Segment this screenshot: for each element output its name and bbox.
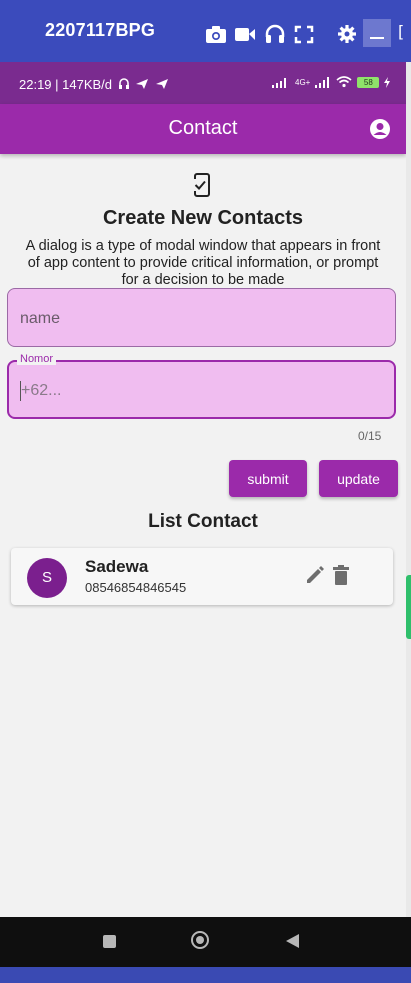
list-item[interactable]: S Sadewa 08546854846545 bbox=[11, 548, 393, 605]
notification-icons bbox=[119, 78, 168, 89]
nomor-input[interactable] bbox=[19, 362, 383, 419]
emulator-bottom-strip bbox=[0, 967, 411, 983]
charging-icon bbox=[384, 76, 391, 88]
text-cursor bbox=[20, 381, 21, 401]
phone-screen: 22:19 | 147KB/d 4G+ 58 Contact Create Ne… bbox=[0, 62, 406, 917]
edit-icon[interactable] bbox=[305, 565, 325, 585]
avatar: S bbox=[27, 558, 67, 598]
emulator-title: 2207117BPG bbox=[45, 20, 156, 40]
recents-icon[interactable] bbox=[103, 935, 116, 948]
home-icon[interactable] bbox=[191, 931, 209, 949]
list-contact-heading: List Contact bbox=[148, 511, 258, 532]
network-type: 4G+ bbox=[295, 77, 311, 87]
signal-icon bbox=[272, 78, 286, 88]
back-icon[interactable] bbox=[286, 934, 299, 948]
update-button[interactable]: update bbox=[319, 460, 398, 497]
side-tab[interactable] bbox=[406, 575, 411, 639]
signal-icon-2 bbox=[315, 77, 330, 88]
dialog-description: A dialog is a type of modal window that … bbox=[25, 238, 381, 288]
camera-icon[interactable] bbox=[205, 24, 227, 44]
emulator-title-bar: 2207117BPG [ bbox=[0, 0, 411, 62]
window-side-strip bbox=[406, 62, 411, 917]
status-bar: 22:19 | 147KB/d 4G+ 58 bbox=[0, 62, 406, 104]
headset-icon[interactable] bbox=[264, 24, 286, 44]
video-icon[interactable] bbox=[234, 24, 256, 44]
gear-icon[interactable] bbox=[336, 24, 358, 44]
submit-button[interactable]: submit bbox=[229, 460, 307, 497]
name-input[interactable] bbox=[18, 289, 382, 348]
name-field[interactable] bbox=[7, 288, 396, 348]
account-icon[interactable] bbox=[369, 118, 391, 140]
wifi-icon bbox=[336, 76, 352, 88]
contact-number: 08546854846545 bbox=[85, 580, 187, 595]
app-bar: Contact bbox=[0, 104, 406, 154]
status-indicators: 4G+ 58 bbox=[272, 76, 391, 88]
navigation-bar bbox=[0, 917, 411, 967]
delete-icon[interactable] bbox=[333, 565, 349, 585]
status-time-speed: 22:19 | 147KB/d bbox=[19, 77, 113, 92]
nomor-field[interactable]: Nomor bbox=[7, 353, 396, 419]
app-title: Contact bbox=[168, 117, 238, 139]
window-edge-bracket: [ bbox=[398, 22, 405, 41]
phone-check-icon bbox=[192, 173, 210, 197]
create-contact-heading: Create New Contacts bbox=[102, 207, 304, 229]
contact-name: Sadewa bbox=[85, 557, 149, 576]
fullscreen-icon[interactable] bbox=[293, 24, 315, 44]
battery-icon: 58 bbox=[357, 76, 380, 88]
minimize-icon[interactable] bbox=[363, 19, 391, 47]
char-counter: 0/15 bbox=[358, 429, 382, 443]
